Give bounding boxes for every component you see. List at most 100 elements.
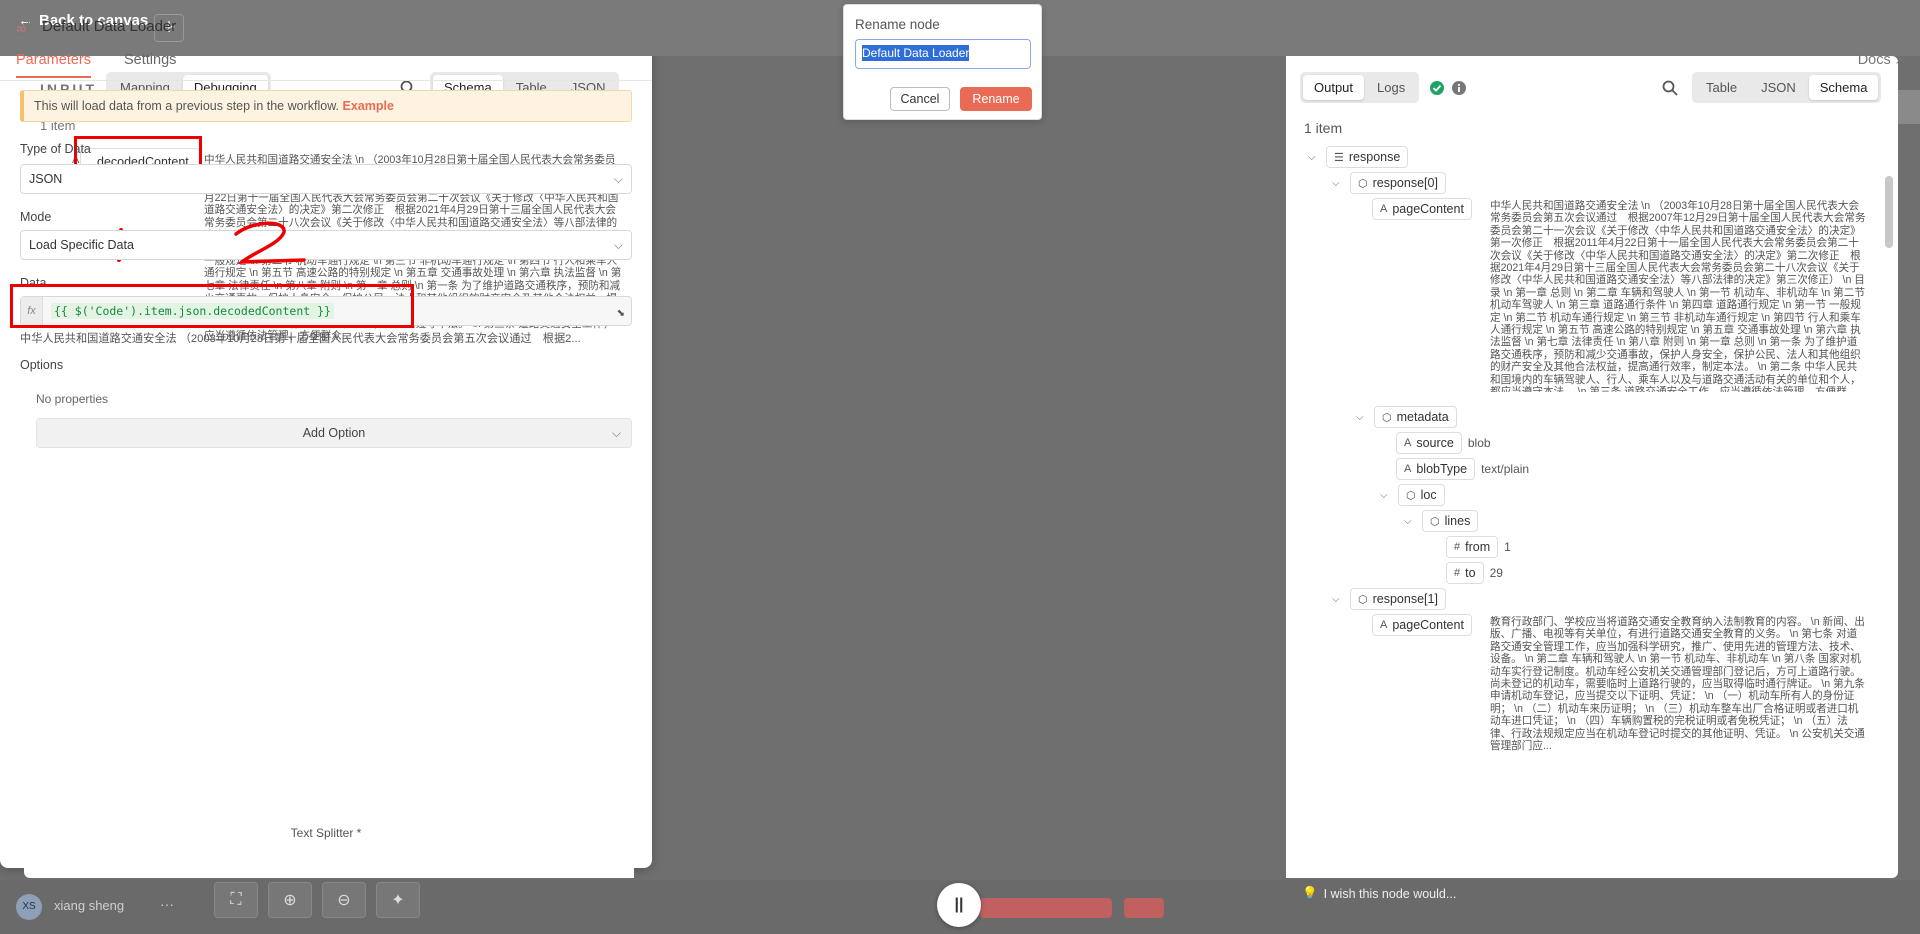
text-type-icon: A [1380, 203, 1388, 215]
output-tab-toggle: Output Logs [1300, 72, 1420, 103]
user-menu-button[interactable]: ··· [160, 896, 174, 912]
annotation-mark-2 [234, 221, 306, 264]
chevron-down-icon[interactable]: ⌵ [1308, 152, 1320, 163]
schema-value: 29 [1489, 566, 1503, 580]
tab-settings[interactable]: Settings [124, 52, 176, 68]
tree-node-to[interactable]: # to 29 [1446, 562, 1503, 584]
info-icon[interactable] [1452, 81, 1466, 95]
text-type-icon: A [1380, 619, 1388, 631]
tree-node-response[interactable]: ⌵ ☰ response [1308, 146, 1409, 168]
rename-title: Rename node [855, 17, 940, 32]
avatar[interactable]: XS [16, 894, 42, 920]
tab-logs[interactable]: Logs [1366, 75, 1416, 100]
schema-key[interactable]: ApageContent [1372, 198, 1472, 220]
tree-node-from[interactable]: # from 1 [1446, 536, 1511, 558]
annotation-box-2 [10, 284, 414, 328]
tree-node-loc[interactable]: ⌵ ⬡ loc [1380, 484, 1445, 506]
rename-input-value: Default Data Loader [862, 45, 970, 61]
tree-node-pagecontent[interactable]: ApageContent [1372, 614, 1472, 636]
schema-key[interactable]: # from [1446, 536, 1499, 558]
tree-node-blobtype[interactable]: AblobType text/plain [1396, 458, 1529, 480]
zoom-out-button[interactable]: ⊖ [322, 882, 366, 918]
tab-schema[interactable]: Schema [1808, 75, 1879, 100]
selected-value: JSON [29, 172, 63, 186]
schema-key[interactable]: ⬡ metadata [1374, 406, 1457, 428]
node-title[interactable]: Default Data Loader [42, 18, 176, 35]
text-type-icon: A [1404, 463, 1412, 475]
fit-view-icon: ⛶ [230, 891, 242, 908]
schema-key[interactable]: ⬡ lines [1422, 510, 1479, 532]
feedback-text: I wish this node would... [1323, 886, 1457, 901]
chevron-down-icon[interactable]: ⌵ [1380, 490, 1392, 501]
mode-select[interactable]: Load Specific Data ⌵ [20, 230, 632, 260]
chevron-down-icon[interactable]: ⌵ [1332, 178, 1344, 189]
tab-parameters[interactable]: Parameters [16, 52, 91, 78]
schema-value: 教育行政部门、学校应当将道路交通安全教育纳入法制教育的内容。 \n 新闻、出版、… [1490, 616, 1865, 753]
object-type-icon: ⬡ [1358, 593, 1368, 606]
user-name: xiang sheng [54, 898, 125, 913]
expression-preview: 中华人民共和国道路交通安全法 （2003年10月28日第十届全国人民代表大会常务… [20, 333, 581, 345]
tree-node-lines[interactable]: ⌵ ⬡ lines [1404, 510, 1479, 532]
tree-node-pagecontent[interactable]: ApageContent [1372, 198, 1472, 220]
document-icon [16, 20, 29, 35]
text-splitter-connector-label: Text Splitter * [290, 826, 362, 840]
zoom-in-icon: ⊕ [283, 892, 297, 909]
panel-drag-handle[interactable]: || [937, 883, 981, 927]
options-label: Options [20, 358, 64, 372]
feedback-link[interactable]: 💡 I wish this node would... [1302, 886, 1456, 901]
schema-key[interactable]: ⬡ loc [1398, 484, 1445, 506]
schema-key[interactable]: ☰ response [1326, 146, 1409, 168]
chevron-down-icon[interactable]: ⌵ [1332, 594, 1344, 605]
tab-output[interactable]: Output [1303, 75, 1365, 100]
docs-link[interactable]: Docs ↗ [1858, 52, 1904, 68]
add-option-button[interactable]: Add Option ⌵ [36, 418, 632, 448]
execute-options-button[interactable] [1124, 898, 1164, 918]
object-type-icon: ⬡ [1358, 177, 1368, 190]
schema-key[interactable]: ⬡ response[1] [1350, 588, 1446, 610]
schema-key[interactable]: ⬡ response[0] [1350, 172, 1446, 194]
no-properties-text: No properties [36, 392, 109, 406]
schema-value: 中华人民共和国道路交通安全法 \n （2003年10月28日第十届全国人民代表大… [1490, 200, 1866, 392]
selected-value: Load Specific Data [29, 238, 134, 252]
search-icon[interactable] [1662, 80, 1678, 96]
example-link[interactable]: Example [342, 99, 393, 113]
chevron-down-icon[interactable]: ⌵ [1356, 412, 1368, 423]
schema-value: 1 [1504, 540, 1511, 554]
output-panel: Output Logs Table JSON Schema 1 item ⌵ ☰… [1286, 56, 1898, 878]
schema-key[interactable]: Asource [1396, 432, 1462, 454]
schema-value: blob [1467, 436, 1491, 450]
chevron-down-icon[interactable]: ⌵ [1404, 516, 1416, 527]
zoom-out-icon: ⊖ [337, 892, 351, 909]
fit-view-button[interactable]: ⛶ [214, 882, 258, 918]
chevron-down-icon: ⌵ [613, 238, 623, 252]
tidy-up-button[interactable]: ✦ [376, 882, 420, 918]
output-scrollbar[interactable] [1885, 176, 1893, 248]
schema-value: text/plain [1481, 462, 1530, 476]
tree-node-response-1[interactable]: ⌵ ⬡ response[1] [1332, 588, 1446, 610]
execute-workflow-button[interactable] [980, 898, 1112, 918]
object-type-icon: ⬡ [1382, 411, 1392, 424]
rename-node-popover: Rename node Default Data Loader Cancel R… [843, 4, 1042, 120]
tab-table[interactable]: Table [1695, 75, 1748, 100]
chevron-down-icon: ⌵ [613, 172, 623, 186]
tree-node-source[interactable]: Asource blob [1396, 432, 1491, 454]
type-of-data-select[interactable]: JSON ⌵ [20, 164, 632, 194]
tree-node-response-0[interactable]: ⌵ ⬡ response[0] [1332, 172, 1446, 194]
schema-key[interactable]: AblobType [1396, 458, 1476, 480]
mode-label: Mode [20, 210, 52, 224]
rename-input[interactable]: Default Data Loader [855, 39, 1031, 69]
schema-key[interactable]: ApageContent [1372, 614, 1472, 636]
rename-button[interactable]: Rename [960, 87, 1032, 111]
tidy-up-icon: ✦ [391, 892, 405, 909]
tree-node-metadata[interactable]: ⌵ ⬡ metadata [1356, 406, 1457, 428]
number-type-icon: # [1454, 567, 1461, 579]
external-link-icon: ↗ [1894, 55, 1904, 67]
object-type-icon: ⬡ [1430, 515, 1440, 528]
zoom-in-button[interactable]: ⊕ [268, 882, 312, 918]
tab-json[interactable]: JSON [1750, 75, 1807, 100]
expand-icon[interactable]: ⬊ [617, 308, 625, 319]
schema-key[interactable]: # to [1446, 562, 1484, 584]
list-type-icon: ☰ [1334, 151, 1344, 164]
cancel-button[interactable]: Cancel [890, 87, 950, 111]
lightbulb-icon: 💡 [1302, 886, 1318, 900]
